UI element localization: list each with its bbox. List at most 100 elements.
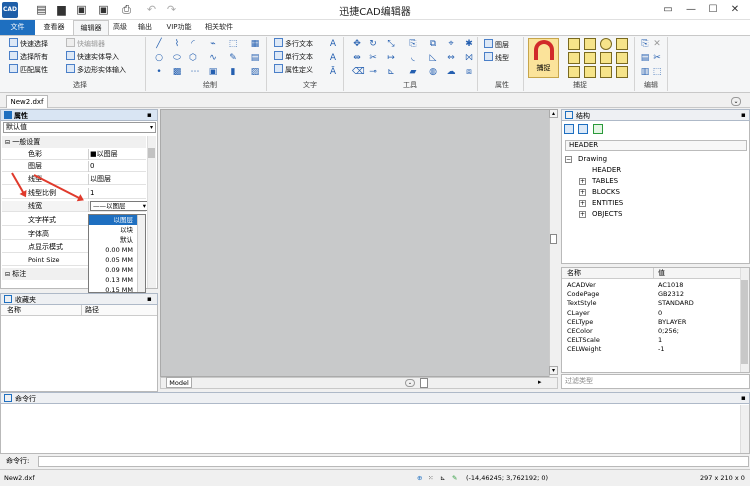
lineweight-select[interactable]: ——以图层 ▾ (90, 201, 148, 211)
tab-vip[interactable]: VIP功能 (163, 20, 195, 35)
properties-scroll-thumb[interactable] (148, 148, 155, 158)
snap-center-icon[interactable] (600, 38, 612, 50)
structure-export-icon[interactable] (593, 124, 603, 134)
tab-advanced[interactable]: 高级 (110, 20, 130, 35)
tab-editor[interactable]: 编辑器 (73, 20, 109, 35)
scroll-right-icon[interactable]: ▸ (538, 378, 542, 386)
ortho-status-icon[interactable]: ⊾ (440, 470, 445, 486)
prop-row-linetype[interactable]: 线型 以图层 (2, 174, 146, 185)
measure-icon[interactable]: ⊾ (386, 67, 396, 77)
text-edit-icon[interactable]: A (328, 53, 338, 63)
tree-node-tables[interactable]: + TABLES (565, 176, 747, 187)
favorites-col-name[interactable]: 名称 (7, 305, 21, 316)
panel-pin-icon[interactable]: ▪ (147, 295, 152, 303)
trim-icon[interactable]: ✂ (368, 53, 378, 63)
explode-icon[interactable]: ✱ (464, 39, 474, 49)
filter-type-input[interactable]: 过滤类型 (561, 374, 750, 389)
mirror-icon[interactable]: ⇹ (352, 53, 362, 63)
snap-quadrant-icon[interactable] (568, 52, 580, 64)
panel-pin-icon[interactable]: ▪ (741, 111, 746, 119)
kv-col-value[interactable]: 值 (658, 268, 665, 279)
block-icon[interactable]: ▦ (250, 39, 260, 49)
quick-entity-import-button[interactable]: 快速实体导入 (66, 51, 119, 63)
table-row[interactable]: CodePage GB2312 (562, 290, 740, 299)
maximize-icon[interactable]: ☐ (705, 2, 721, 17)
tree-node-entities[interactable]: + ENTITIES (565, 198, 747, 209)
ribbon-toggle-icon[interactable]: ▭ (660, 2, 676, 17)
kv-col-name[interactable]: 名称 (567, 268, 581, 279)
paste-icon[interactable]: ▤ (640, 53, 650, 63)
stretch-icon[interactable]: ⇔ (446, 53, 456, 63)
match-props-button[interactable]: 匹配属性 (9, 64, 48, 76)
extend-icon[interactable]: ↦ (386, 53, 396, 63)
move-icon[interactable]: ✥ (352, 39, 362, 49)
tree-node-blocks[interactable]: + BLOCKS (565, 187, 747, 198)
group-icon[interactable]: ⧈ (464, 67, 474, 77)
chamfer-icon[interactable]: ◺ (428, 53, 438, 63)
dot-grid-icon[interactable]: ⋯ (190, 67, 200, 77)
document-tab[interactable]: New2.dxf (6, 95, 48, 108)
line-icon[interactable]: ╱ (154, 39, 164, 49)
prop-row-layer[interactable]: 图层 0 (2, 161, 146, 172)
cut-icon[interactable]: ✂ (652, 53, 662, 63)
block-editor-button[interactable]: 快编辑器 (66, 38, 105, 50)
tab-output[interactable]: 输出 (135, 20, 155, 35)
array-icon[interactable]: ⧉ (428, 39, 438, 49)
join-icon[interactable]: ⨝ (464, 53, 474, 63)
table-row[interactable]: CELTScale 1 (562, 336, 740, 345)
snap-parallel-icon[interactable] (616, 66, 628, 78)
tree-node-objects[interactable]: + OBJECTS (565, 209, 747, 220)
table-row[interactable]: CEColor 0;256; (562, 327, 740, 336)
scale-icon[interactable]: ⤡ (386, 39, 396, 49)
close-icon[interactable]: ✕ (727, 2, 743, 17)
delete-icon[interactable]: ✕ (652, 39, 662, 49)
hatch-icon[interactable]: ▩ (172, 67, 182, 77)
linetype-button[interactable]: 线型 (484, 52, 509, 64)
single-text-button[interactable]: 单行文本 (274, 51, 313, 63)
globe-icon[interactable]: ◍ (428, 67, 438, 77)
select-all-button[interactable]: 选择所有 (9, 51, 48, 63)
polyline-icon[interactable]: ⌇ (172, 39, 182, 49)
table-row[interactable]: CELType BYLAYER (562, 318, 740, 327)
canvas-vscroll-thumb[interactable] (550, 234, 557, 244)
tree-node-header[interactable]: HEADER (565, 165, 747, 176)
offset-icon[interactable]: ⌖ (446, 39, 456, 49)
polygon-entity-input-button[interactable]: 多边形实体输入 (66, 64, 126, 76)
pen-icon[interactable]: ✎ (228, 53, 238, 63)
command-input[interactable] (38, 456, 749, 467)
paste-special-icon[interactable]: ▥ (640, 67, 650, 77)
quick-select-button[interactable]: 快速选择 (9, 38, 48, 50)
canvas-scroll-up-icon[interactable]: ▴ (549, 109, 558, 118)
copy-clipboard-icon[interactable]: ⎘ (640, 39, 650, 49)
fill-icon[interactable]: ▮ (228, 67, 238, 77)
image-icon[interactable]: ▣ (208, 67, 218, 77)
prop-row-lineweight[interactable]: 线宽 ——以图层 ▾ (2, 201, 148, 212)
minimize-icon[interactable]: — (683, 2, 699, 17)
snap-endpoint-icon[interactable] (568, 38, 580, 50)
area-icon[interactable]: ▰ (408, 67, 418, 77)
command-scrollbar[interactable] (740, 405, 749, 453)
layout-menu-icon[interactable]: ⌄ (405, 379, 415, 387)
structure-view-icon[interactable] (564, 124, 574, 134)
tab-related[interactable]: 相关软件 (201, 20, 237, 35)
snap-nearest-icon[interactable] (600, 66, 612, 78)
erase-icon[interactable]: ⌫ (352, 67, 365, 77)
point-icon[interactable]: • (154, 67, 164, 77)
table-row[interactable]: ACADVer AC1018 (562, 281, 740, 290)
layer-button[interactable]: 图层 (484, 39, 509, 51)
canvas-scroll-down-icon[interactable]: ▾ (549, 366, 558, 375)
structure-header-field[interactable]: HEADER (565, 140, 747, 151)
table-icon[interactable]: ▤ (250, 53, 260, 63)
polygon-icon[interactable]: ⬡ (188, 53, 198, 63)
properties-dropdown[interactable]: 默认值 ▾ (3, 122, 156, 133)
spline-icon[interactable]: ∿ (208, 53, 218, 63)
kv-scroll-thumb[interactable] (741, 280, 748, 364)
table-row[interactable]: CELWeight -1 (562, 345, 740, 354)
structure-tree-icon[interactable] (578, 124, 588, 134)
region-icon[interactable]: ▨ (250, 67, 260, 77)
table-row[interactable]: CLayer 0 (562, 309, 740, 318)
panel-pin-icon[interactable]: ▪ (741, 394, 746, 402)
mtext-button[interactable]: 多行文本 (274, 38, 313, 50)
copy-icon[interactable]: ⎘ (408, 39, 418, 49)
snap-node-icon[interactable] (616, 38, 628, 50)
